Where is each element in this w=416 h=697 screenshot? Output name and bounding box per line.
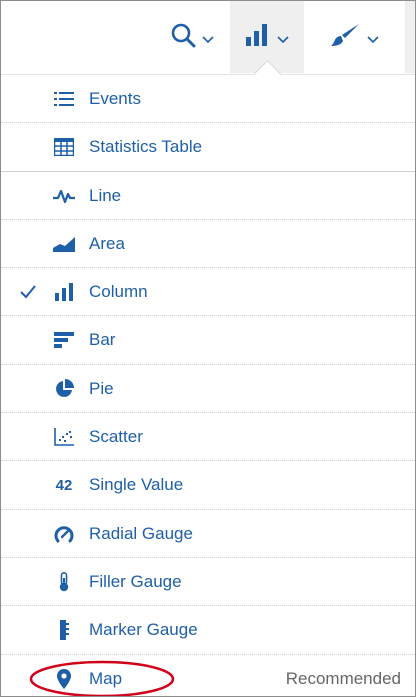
search-dropdown-button[interactable] (155, 1, 229, 73)
menu-item-label: Pie (89, 378, 114, 398)
area-chart-icon (53, 234, 75, 254)
menu-item-scatter[interactable]: Scatter (1, 413, 415, 462)
column-chart-icon (245, 23, 271, 51)
menu-item-line[interactable]: Line (1, 172, 415, 220)
chevron-down-icon (277, 31, 289, 49)
list-icon (53, 89, 75, 109)
menu-item-label: Bar (89, 330, 116, 350)
map-pin-icon (53, 668, 75, 689)
bar-chart-icon (53, 330, 75, 350)
menu-item-label: Marker Gauge (89, 620, 198, 640)
visualization-menu: Events Statistics Table Line Area Column… (1, 75, 415, 696)
filler-gauge-icon (53, 571, 75, 592)
menu-item-label: Radial Gauge (89, 523, 193, 543)
menu-item-filler-gauge[interactable]: Filler Gauge (1, 558, 415, 607)
menu-item-label: Events (89, 89, 141, 108)
column-chart-icon (53, 282, 75, 302)
single-value-icon: 42 (55, 476, 73, 494)
line-chart-icon (53, 186, 75, 206)
menu-item-label: Scatter (89, 427, 143, 447)
scatter-chart-icon (53, 427, 75, 447)
menu-item-statistics-table[interactable]: Statistics Table (1, 123, 415, 172)
menu-item-label: Statistics Table (89, 137, 203, 157)
menu-item-bar[interactable]: Bar (1, 316, 415, 365)
radial-gauge-icon (53, 524, 75, 544)
toolbar-edge (405, 1, 415, 73)
chevron-down-icon (202, 31, 214, 49)
marker-gauge-icon (53, 620, 75, 641)
menu-item-radial-gauge[interactable]: Radial Gauge (1, 510, 415, 558)
menu-item-pie[interactable]: Pie (1, 365, 415, 414)
pie-chart-icon (53, 378, 75, 399)
menu-item-map[interactable]: Map Recommended (1, 655, 415, 696)
paintbrush-icon (331, 23, 361, 52)
search-icon (170, 22, 196, 53)
visualization-picker-window: Events Statistics Table Line Area Column… (0, 0, 416, 697)
menu-item-events[interactable]: Events (1, 75, 415, 124)
recommended-badge: Recommended (285, 668, 401, 688)
table-icon (53, 137, 75, 157)
menu-item-label: Area (89, 233, 125, 253)
menu-item-label: Single Value (89, 475, 184, 495)
toolbar (1, 1, 415, 73)
checkmark-icon (19, 282, 37, 302)
menu-item-label: Line (89, 185, 122, 205)
menu-item-single-value[interactable]: 42 Single Value (1, 461, 415, 510)
menu-item-area[interactable]: Area (1, 220, 415, 269)
menu-item-marker-gauge[interactable]: Marker Gauge (1, 606, 415, 655)
chevron-down-icon (367, 31, 379, 49)
menu-item-label: Map (89, 668, 123, 688)
format-dropdown-button[interactable] (305, 1, 405, 73)
menu-item-label: Column (89, 282, 148, 302)
menu-item-label: Filler Gauge (89, 571, 182, 591)
menu-item-column[interactable]: Column (1, 268, 415, 317)
